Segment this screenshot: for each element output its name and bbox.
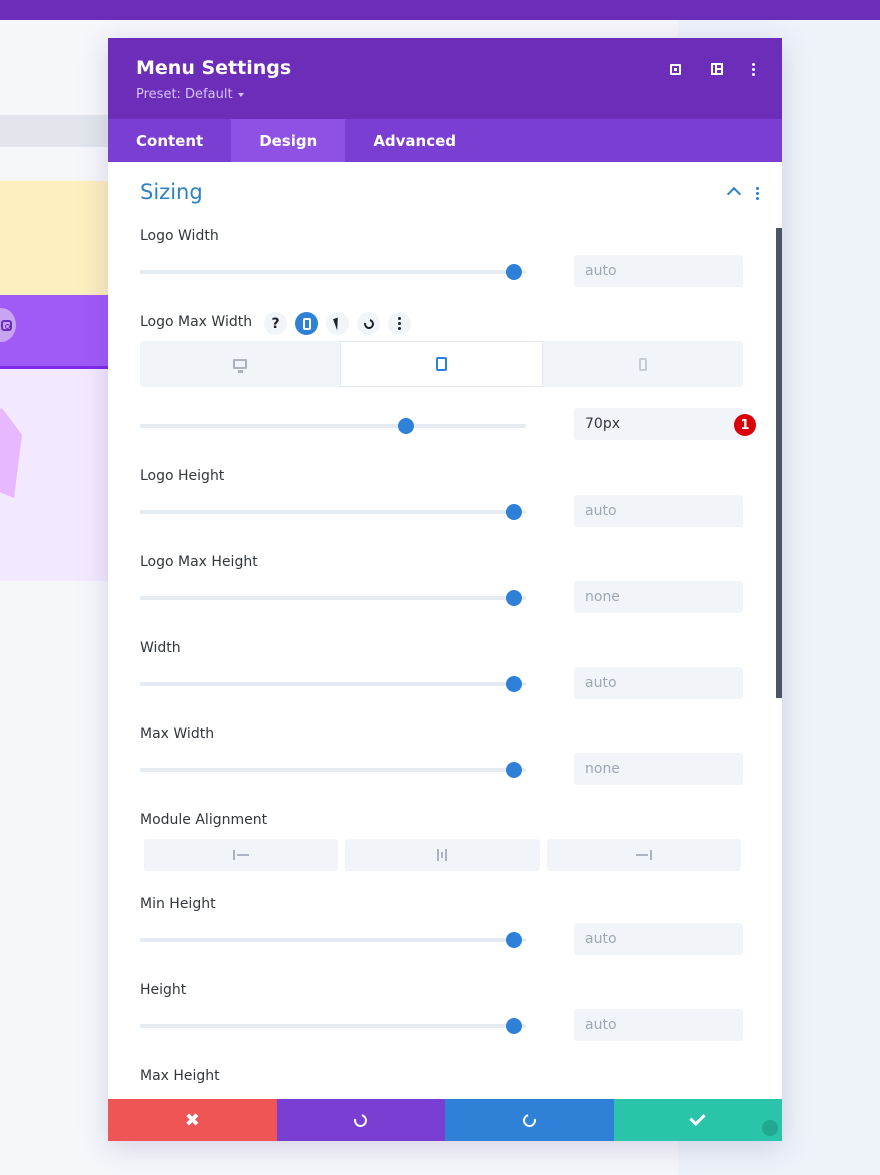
device-tab-desktop[interactable] xyxy=(140,341,340,387)
logo-max-width-slider[interactable] xyxy=(140,418,526,434)
preview-strip xyxy=(0,115,110,147)
slider-handle[interactable] xyxy=(506,1018,523,1034)
height-input[interactable]: auto xyxy=(574,1009,743,1041)
logo-width-slider[interactable] xyxy=(140,264,526,280)
desktop-icon xyxy=(233,359,248,373)
logo-max-width-label: Logo Max Width xyxy=(140,314,253,330)
split-view-icon[interactable] xyxy=(708,60,726,78)
hover-cursor-icon[interactable] xyxy=(326,312,349,335)
more-options-icon[interactable] xyxy=(744,60,762,78)
logo-max-width-input[interactable]: 70px xyxy=(574,408,743,440)
check-icon xyxy=(689,1109,706,1127)
modal-footer: ✖ xyxy=(108,1099,782,1141)
slider-handle[interactable] xyxy=(506,676,523,692)
modal-header: Menu Settings Preset: Default xyxy=(108,38,782,119)
close-icon: ✖ xyxy=(184,1109,200,1131)
modal-title: Menu Settings xyxy=(136,57,292,79)
section-title-sizing[interactable]: Sizing xyxy=(140,180,203,204)
field-options-icon[interactable] xyxy=(388,312,411,335)
align-right-button[interactable] xyxy=(546,839,741,871)
module-alignment-label: Module Alignment xyxy=(140,812,268,828)
logo-height-input[interactable]: auto xyxy=(574,495,743,527)
slider-handle[interactable] xyxy=(506,264,523,280)
settings-content: Sizing Logo Width auto Logo Max Width ? … xyxy=(108,162,782,1099)
reset-icon[interactable] xyxy=(357,312,380,335)
tab-content[interactable]: Content xyxy=(108,119,231,162)
max-width-slider[interactable] xyxy=(140,762,526,778)
caret-down-icon xyxy=(237,92,244,97)
help-icon[interactable]: ? xyxy=(264,312,287,335)
field-tools: ? xyxy=(264,312,411,335)
logo-max-height-slider[interactable] xyxy=(140,590,526,606)
device-tabs xyxy=(140,341,743,387)
min-height-input[interactable]: auto xyxy=(574,923,743,955)
min-height-label: Min Height xyxy=(140,896,216,912)
logo-height-label: Logo Height xyxy=(140,468,225,484)
slider-handle[interactable] xyxy=(506,590,523,606)
slider-handle[interactable] xyxy=(506,932,523,948)
redo-icon xyxy=(520,1111,539,1129)
tab-design[interactable]: Design xyxy=(231,119,346,162)
device-tab-tablet[interactable] xyxy=(340,341,543,387)
height-label: Height xyxy=(140,982,187,998)
preview-yellow-section xyxy=(0,181,110,295)
width-input[interactable]: auto xyxy=(574,667,743,699)
align-left-icon xyxy=(233,850,250,860)
device-tab-phone[interactable] xyxy=(543,341,743,387)
align-center-icon xyxy=(435,849,449,861)
redo-button[interactable] xyxy=(445,1099,614,1141)
max-width-input[interactable]: none xyxy=(574,753,743,785)
logo-width-label: Logo Width xyxy=(140,228,219,244)
height-slider[interactable] xyxy=(140,1018,526,1034)
responsive-icon[interactable] xyxy=(295,312,318,335)
tab-advanced[interactable]: Advanced xyxy=(345,119,484,162)
undo-icon xyxy=(351,1111,370,1129)
resize-handle-icon[interactable] xyxy=(762,1120,778,1136)
save-button[interactable] xyxy=(613,1099,782,1141)
preset-label: Preset: Default xyxy=(136,87,233,102)
logo-width-input[interactable]: auto xyxy=(574,255,743,287)
undo-button[interactable] xyxy=(276,1099,445,1141)
logo-height-slider[interactable] xyxy=(140,504,526,520)
settings-tabs: Content Design Advanced xyxy=(108,119,782,162)
align-right-icon xyxy=(635,850,652,860)
slider-handle[interactable] xyxy=(506,504,523,520)
top-admin-bar xyxy=(0,0,880,20)
width-label: Width xyxy=(140,640,181,656)
slider-handle[interactable] xyxy=(506,762,523,778)
notification-badge: 1 xyxy=(734,414,756,436)
align-left-button[interactable] xyxy=(144,839,339,871)
max-height-label: Max Height xyxy=(140,1068,220,1084)
chevron-up-icon[interactable] xyxy=(726,186,742,202)
align-center-button[interactable] xyxy=(345,839,540,871)
phone-icon xyxy=(638,357,647,371)
preview-purple-section xyxy=(0,295,110,369)
tablet-icon xyxy=(435,357,447,371)
scrollbar[interactable] xyxy=(776,228,782,698)
slider-handle[interactable] xyxy=(398,418,415,434)
min-height-slider[interactable] xyxy=(140,932,526,948)
expand-icon[interactable] xyxy=(666,60,684,78)
section-options-icon[interactable] xyxy=(756,187,759,200)
max-width-label: Max Width xyxy=(140,726,215,742)
cancel-button[interactable]: ✖ xyxy=(108,1099,277,1141)
logo-max-height-input[interactable]: none xyxy=(574,581,743,613)
preset-selector[interactable]: Preset: Default xyxy=(136,87,244,102)
width-slider[interactable] xyxy=(140,676,526,692)
logo-max-height-label: Logo Max Height xyxy=(140,554,258,570)
alignment-buttons xyxy=(144,839,741,871)
menu-settings-modal: Menu Settings Preset: Default Content De… xyxy=(108,38,782,1141)
